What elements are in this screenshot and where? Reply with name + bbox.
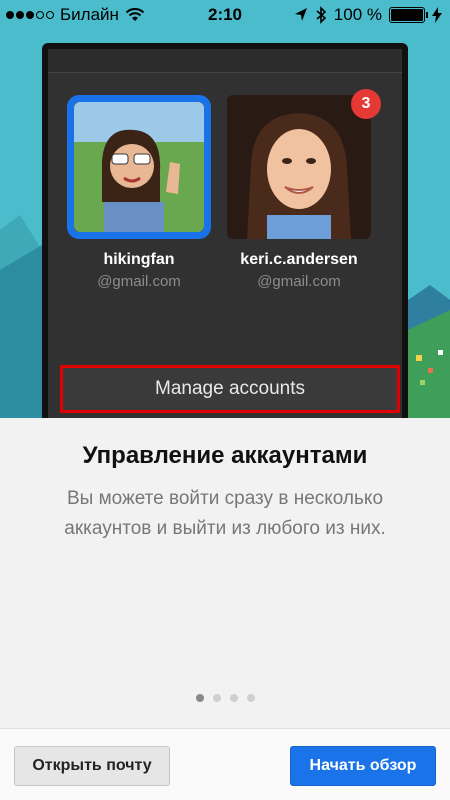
pagination-dot[interactable] — [195, 694, 204, 702]
notification-badge: 3 — [351, 89, 381, 119]
account-domain: @gmail.com — [257, 273, 341, 290]
pagination-dot[interactable] — [246, 694, 255, 702]
location-arrow-icon — [294, 8, 307, 21]
account-name: hikingfan — [103, 251, 175, 268]
charging-bolt-icon — [432, 7, 442, 23]
hero-illustration: Билайн 2:10 100 % hikingfan @gmail.com 3… — [0, 0, 450, 418]
pagination-dot[interactable] — [212, 694, 221, 702]
preview-topbar — [48, 49, 402, 73]
pagination-dots — [0, 694, 450, 702]
start-tour-button[interactable]: Начать обзор — [290, 746, 436, 786]
account-domain: @gmail.com — [97, 273, 181, 290]
pagination-dot[interactable] — [229, 694, 238, 702]
page-title: Управление аккаунтами — [82, 442, 368, 469]
account-card-keri[interactable]: 3 keri.c.andersen @gmail.com — [224, 89, 381, 290]
avatar-selected-frame — [67, 95, 211, 239]
avatar — [227, 95, 371, 239]
phone-mockup: hikingfan @gmail.com 3 keri.c.andersen @… — [42, 43, 408, 418]
open-mail-button[interactable]: Открыть почту — [14, 746, 170, 786]
bottom-toolbar: Открыть почту Начать обзор — [0, 728, 450, 800]
status-bar: Билайн 2:10 100 % — [0, 0, 450, 30]
battery-percentage: 100 % — [333, 5, 382, 24]
account-name: keri.c.andersen — [240, 251, 358, 268]
onboarding-content: Управление аккаунтами Вы можете войти ср… — [0, 418, 450, 728]
account-card-hikingfan[interactable]: hikingfan @gmail.com — [64, 95, 214, 290]
bluetooth-icon — [316, 6, 326, 24]
avatar — [74, 102, 204, 232]
battery-icon — [389, 7, 428, 23]
page-description: Вы можете войти сразу в несколько аккаун… — [64, 488, 386, 539]
avatar-frame: 3 — [227, 89, 381, 239]
manage-accounts-button[interactable]: Manage accounts — [60, 365, 400, 413]
account-switcher-preview: hikingfan @gmail.com 3 keri.c.andersen @… — [48, 49, 402, 418]
